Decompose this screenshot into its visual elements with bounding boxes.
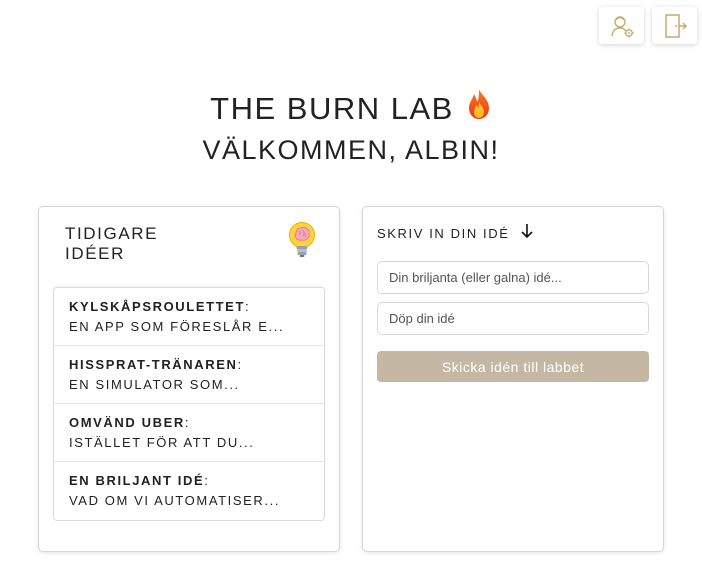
welcome-message: VÄLKOMMEN, ALBIN! — [202, 135, 500, 165]
idea-item[interactable]: KYLSKÅPSROULETTET: EN APP SOM FÖRESLÅR E… — [54, 288, 324, 346]
user-settings-icon — [609, 13, 635, 39]
previous-ideas-heading: TIDIGARE IDÉER — [65, 224, 215, 264]
previous-ideas-heading-line2: IDÉER — [65, 244, 125, 263]
idea-description: EN SIMULATOR SOM... — [69, 377, 240, 392]
idea-input[interactable] — [377, 261, 649, 294]
top-toolbar — [599, 7, 697, 44]
fire-icon — [466, 88, 492, 129]
new-idea-heading-text: SKRIV IN DIN IDÉ — [377, 226, 510, 241]
idea-item[interactable]: OMVÄND UBER: ISTÄLLET FÖR ATT DU... — [54, 404, 324, 462]
idea-description: VAD OM VI AUTOMATISER... — [69, 493, 281, 508]
idea-description: ISTÄLLET FÖR ATT DU... — [69, 435, 255, 450]
profile-settings-button[interactable] — [599, 7, 644, 44]
page-header: THE BURN LAB VÄLKOMMEN, ALBIN! — [0, 88, 702, 167]
arrow-down-icon — [520, 223, 534, 245]
idea-description: EN APP SOM FÖRESLÅR E... — [69, 319, 285, 334]
idea-title: HISSPRAT-TRÄNAREN: — [69, 357, 243, 372]
new-idea-heading: SKRIV IN DIN IDÉ — [377, 223, 534, 245]
new-idea-card: SKRIV IN DIN IDÉ Skicka idén till labbet — [362, 206, 664, 552]
exit-door-icon — [663, 13, 687, 39]
idea-title: KYLSKÅPSROULETTET: — [69, 299, 251, 314]
idea-title: OMVÄND UBER: — [69, 415, 191, 430]
app-title-text: THE BURN LAB — [210, 90, 454, 126]
lightbulb-icon — [287, 221, 317, 264]
submit-idea-button[interactable]: Skicka idén till labbet — [377, 351, 649, 382]
ideas-list: KYLSKÅPSROULETTET: EN APP SOM FÖRESLÅR E… — [53, 287, 325, 521]
idea-name-input[interactable] — [377, 302, 649, 335]
previous-ideas-card: TIDIGARE IDÉER KYLSKÅPSROULETTET: EN APP… — [38, 206, 340, 552]
page-title: THE BURN LAB — [210, 88, 492, 129]
previous-ideas-heading-line1: TIDIGARE — [65, 224, 159, 243]
idea-item[interactable]: HISSPRAT-TRÄNAREN: EN SIMULATOR SOM... — [54, 346, 324, 404]
idea-item[interactable]: EN BRILJANT IDÉ: VAD OM VI AUTOMATISER..… — [54, 462, 324, 520]
idea-title: EN BRILJANT IDÉ: — [69, 473, 210, 488]
logout-button[interactable] — [652, 7, 697, 44]
